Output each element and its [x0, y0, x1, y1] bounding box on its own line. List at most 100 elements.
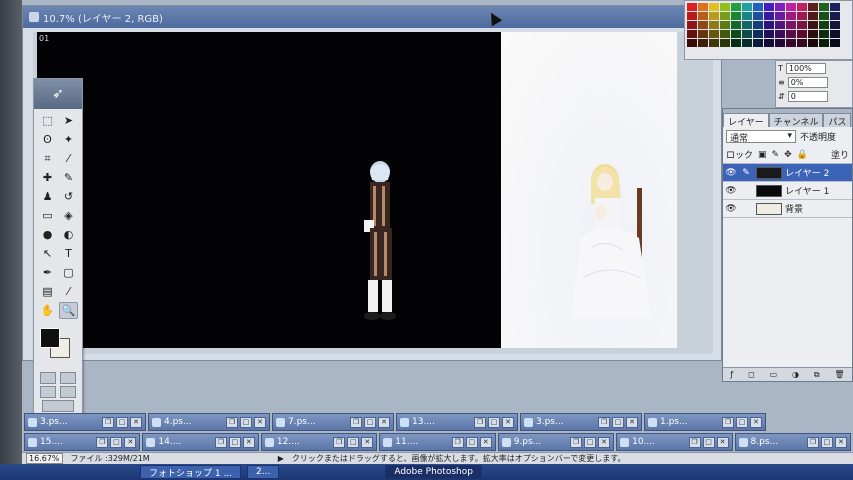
lock-all-icon[interactable]: 🔒 — [797, 150, 808, 160]
maximize-icon[interactable]: □ — [736, 416, 748, 428]
swatch-cell[interactable] — [786, 39, 796, 47]
close-icon[interactable]: ✕ — [502, 416, 514, 428]
close-icon[interactable]: ✕ — [716, 436, 729, 448]
blur-tool[interactable]: ● — [38, 226, 57, 243]
slice-tool[interactable]: ⁄ — [59, 150, 78, 167]
vertical-scale-field[interactable]: 100% — [785, 63, 826, 74]
zoom-level-field[interactable]: 16.67% — [26, 453, 63, 464]
taskbar-item[interactable]: フォトショップ 1 ... — [140, 465, 242, 479]
close-icon[interactable]: ✕ — [626, 416, 638, 428]
restore-icon[interactable]: ❐ — [451, 436, 464, 448]
folder-icon[interactable]: ▭ — [770, 370, 778, 379]
swatch-cell[interactable] — [698, 21, 708, 29]
restore-icon[interactable]: ❐ — [96, 436, 109, 448]
swatch-cell[interactable] — [819, 39, 829, 47]
tab-layers[interactable]: レイヤー — [723, 113, 769, 128]
maximize-icon[interactable]: □ — [364, 416, 376, 428]
minimized-doc-tab[interactable]: 4.ps... ❐ □ ✕ — [148, 413, 270, 431]
trash-icon[interactable]: 🗑 — [834, 370, 844, 379]
document-titlebar[interactable]: 10.7% (レイヤー 2, RGB) — [23, 6, 721, 28]
swatch-cell[interactable] — [753, 21, 763, 29]
taskbar-item[interactable]: 2... — [247, 465, 280, 479]
pen-tool[interactable]: ✒ — [38, 264, 57, 281]
close-icon[interactable]: ✕ — [834, 436, 847, 448]
minimized-doc-tab[interactable]: 9.ps... ❐ □ ✕ — [497, 433, 615, 451]
notes-tool[interactable]: ▤ — [38, 283, 57, 300]
restore-icon[interactable]: ❐ — [570, 436, 583, 448]
maximize-icon[interactable]: □ — [347, 436, 360, 448]
imageready-jump-button[interactable] — [42, 400, 74, 412]
swatch-cell[interactable] — [775, 21, 785, 29]
toolbox-panel[interactable]: ➶ ⬚ ➤ ʘ ✦ ⌗ ⁄ ✚ ✎ ♟ ↺ ▭ ◈ ● ◐ ↖ T ✒ ▢ ▤ ⁄ ✋ 🔍 — [33, 78, 83, 418]
restore-icon[interactable]: ❐ — [350, 416, 362, 428]
screen-mode-standard-button[interactable] — [40, 386, 56, 398]
maximize-icon[interactable]: □ — [488, 416, 500, 428]
maximize-icon[interactable]: □ — [465, 436, 478, 448]
swatch-cell[interactable] — [764, 30, 774, 38]
close-icon[interactable]: ✕ — [254, 416, 266, 428]
close-icon[interactable]: ✕ — [479, 436, 492, 448]
minimized-doc-tab[interactable]: 3.ps... ❐ □ ✕ — [24, 413, 146, 431]
close-icon[interactable]: ✕ — [124, 436, 137, 448]
swatch-cell[interactable] — [786, 3, 796, 11]
tab-channels[interactable]: チャンネル — [768, 113, 824, 128]
eraser-tool[interactable]: ▭ — [38, 207, 57, 224]
document-window[interactable]: 10.7% (レイヤー 2, RGB) 01 — [22, 5, 722, 361]
maximize-icon[interactable]: □ — [116, 416, 128, 428]
layer-row[interactable]: 👁 レイヤー 1 — [723, 182, 852, 200]
restore-icon[interactable]: ❐ — [598, 416, 610, 428]
swatch-cell[interactable] — [775, 12, 785, 20]
magic-wand-tool[interactable]: ✦ — [59, 131, 78, 148]
swatch-cell[interactable] — [786, 30, 796, 38]
path-select-tool[interactable]: ↖ — [38, 245, 57, 262]
swatch-cell[interactable] — [742, 21, 752, 29]
minimized-doc-tab[interactable]: 15.... ❐ □ ✕ — [24, 433, 141, 451]
swatch-cell[interactable] — [830, 12, 840, 20]
type-tool[interactable]: T — [59, 245, 78, 262]
tab-paths[interactable]: パス — [823, 113, 852, 128]
swatch-cell[interactable] — [797, 3, 807, 11]
swatch-cell[interactable] — [731, 3, 741, 11]
close-icon[interactable]: ✕ — [378, 416, 390, 428]
brush-tool[interactable]: ✎ — [59, 169, 78, 186]
lock-move-icon[interactable]: ✥ — [784, 150, 792, 160]
eye-icon[interactable]: 👁 — [723, 168, 739, 178]
minimized-doc-tab[interactable]: 1.ps... ❐ □ ✕ — [644, 413, 766, 431]
swatch-cell[interactable] — [753, 39, 763, 47]
swatch-cell[interactable] — [709, 12, 719, 20]
restore-icon[interactable]: ❐ — [214, 436, 227, 448]
swatch-cell[interactable] — [687, 21, 697, 29]
swatch-cell[interactable] — [786, 12, 796, 20]
swatch-cell[interactable] — [797, 21, 807, 29]
swatch-cell[interactable] — [687, 39, 697, 47]
lock-paint-icon[interactable]: ✎ — [772, 150, 780, 160]
swatch-cell[interactable] — [830, 3, 840, 11]
canvas-area[interactable]: 01 — [33, 32, 713, 354]
swatch-cell[interactable] — [775, 3, 785, 11]
dodge-tool[interactable]: ◐ — [59, 226, 78, 243]
swatch-cell[interactable] — [830, 30, 840, 38]
close-icon[interactable]: ✕ — [598, 436, 611, 448]
swatch-cell[interactable] — [687, 30, 697, 38]
baseline-field[interactable]: 0 — [787, 91, 828, 102]
swatches-palette[interactable] — [684, 0, 853, 60]
mask-icon[interactable]: ◻ — [748, 370, 755, 379]
new-layer-icon[interactable]: ⧉ — [814, 370, 820, 380]
tracking-field[interactable]: 0% — [787, 77, 828, 88]
swatch-cell[interactable] — [808, 3, 818, 11]
canvas[interactable]: 01 — [37, 32, 677, 348]
swatch-cell[interactable] — [830, 39, 840, 47]
bucket-tool[interactable]: ◈ — [59, 207, 78, 224]
swatch-cell[interactable] — [742, 39, 752, 47]
standard-mode-button[interactable] — [40, 372, 56, 384]
restore-icon[interactable]: ❐ — [688, 436, 701, 448]
restore-icon[interactable]: ❐ — [102, 416, 114, 428]
eyedropper-tool[interactable]: ⁄ — [59, 283, 78, 300]
shape-tool[interactable]: ▢ — [59, 264, 78, 281]
foreground-color-swatch[interactable] — [40, 328, 60, 348]
minimized-doc-tab[interactable]: 11.... ❐ □ ✕ — [379, 433, 496, 451]
maximize-icon[interactable]: □ — [612, 416, 624, 428]
swatch-cell[interactable] — [698, 3, 708, 11]
minimized-doc-tab[interactable]: 12.... ❐ □ ✕ — [260, 433, 378, 451]
restore-icon[interactable]: ❐ — [722, 416, 734, 428]
